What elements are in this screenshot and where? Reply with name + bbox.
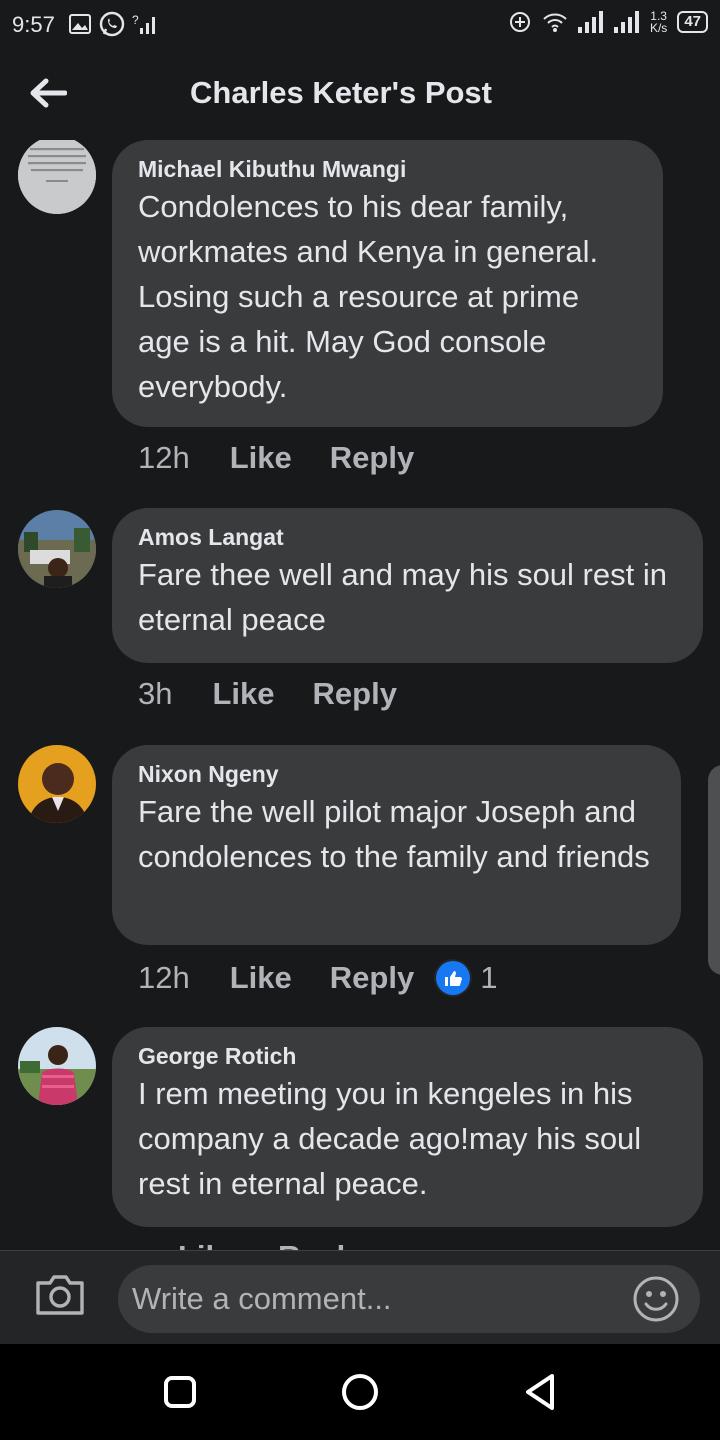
like-button[interactable]: Like: [212, 676, 274, 712]
status-time: 9:57: [12, 12, 55, 37]
like-button[interactable]: Like: [178, 1239, 240, 1250]
comment-text: Condolences to his dear family, workmate…: [138, 189, 599, 404]
comment-bubble[interactable]: Michael Kibuthu Mwangi Condolences to hi…: [112, 140, 663, 427]
comment-author[interactable]: Nixon Ngeny: [138, 759, 655, 789]
comment-time: 3h: [138, 676, 173, 711]
reply-button[interactable]: Reply: [330, 960, 414, 996]
reply-button[interactable]: Reply: [330, 440, 414, 476]
avatar-image: [18, 510, 96, 588]
comment-bubble[interactable]: Amos Langat Fare thee well and may his s…: [112, 508, 703, 663]
wifi-icon: [543, 13, 567, 32]
status-right-icons: 1.3 K/s 47: [508, 10, 708, 34]
comment-input-placeholder: Write a comment...: [132, 1281, 392, 1316]
avatar-image: [18, 745, 96, 823]
comment-time: 12h: [138, 440, 190, 475]
gallery-icon: [69, 14, 91, 34]
app-header: Charles Keter's Post: [0, 55, 720, 135]
reply-button[interactable]: Reply: [278, 1239, 362, 1250]
comment-actions: 3h Like Reply: [138, 676, 419, 712]
comment-author[interactable]: Amos Langat: [138, 522, 677, 552]
like-button[interactable]: Like: [230, 440, 292, 476]
reaction-count: 1: [480, 960, 498, 995]
comment-text: I rem meeting you in kengeles in his com…: [138, 1076, 642, 1201]
like-button[interactable]: Like: [230, 960, 292, 996]
comment-text: Fare the well pilot major Joseph and con…: [138, 794, 650, 874]
emoji-icon[interactable]: [632, 1275, 680, 1323]
signal-question-icon: ?: [132, 13, 155, 34]
comment-author[interactable]: Michael Kibuthu Mwangi: [138, 154, 637, 184]
avatar[interactable]: [18, 140, 96, 214]
home-icon[interactable]: [340, 1372, 380, 1412]
network-speed: 1.3 K/s: [650, 10, 667, 34]
comment-bubble[interactable]: George Rotich I rem meeting you in kenge…: [112, 1027, 703, 1227]
comment-input[interactable]: Write a comment...: [118, 1265, 700, 1333]
status-left-icons: ?: [68, 10, 160, 38]
comment-bubble[interactable]: Nixon Ngeny Fare the well pilot major Jo…: [112, 745, 681, 945]
data-saver-icon: [509, 12, 530, 32]
avatar[interactable]: [18, 1027, 96, 1105]
like-reaction-icon: [436, 961, 471, 995]
comment-author[interactable]: George Rotich: [138, 1041, 677, 1071]
comment-actions: 12h Like Reply 1: [138, 960, 497, 996]
camera-button[interactable]: [34, 1273, 90, 1323]
signal-bars-icon: [577, 11, 603, 33]
comment-actions: 12h Like Reply: [138, 440, 436, 476]
battery-indicator: 47: [677, 11, 708, 33]
signal-bars-2-icon: [613, 11, 639, 33]
network-speed-unit: K/s: [649, 21, 668, 35]
comment-text: Fare thee well and may his soul rest in …: [138, 557, 667, 637]
avatar[interactable]: [18, 745, 96, 823]
scrollbar-handle[interactable]: [708, 765, 720, 975]
page-title: Charles Keter's Post: [190, 75, 492, 110]
avatar[interactable]: [18, 510, 96, 588]
svg-text:?: ?: [132, 13, 139, 27]
camera-icon: [36, 1275, 84, 1315]
reply-button[interactable]: Reply: [313, 676, 397, 712]
avatar-image: [18, 140, 96, 214]
reaction-summary[interactable]: 1: [436, 960, 497, 996]
avatar-image: [18, 1027, 96, 1105]
comment-actions: Like Reply: [138, 1239, 384, 1250]
comments-list[interactable]: Michael Kibuthu Mwangi Condolences to hi…: [0, 140, 720, 1250]
whatsapp-icon: [99, 11, 125, 37]
comment-time: 12h: [138, 960, 190, 995]
system-nav-bar: [0, 1344, 720, 1440]
back-nav-icon[interactable]: [520, 1372, 560, 1412]
comment-composer: Write a comment...: [0, 1250, 720, 1345]
recent-apps-icon[interactable]: [160, 1372, 200, 1412]
status-bar: 9:57 ? 1.3 K/s 47: [0, 0, 720, 50]
